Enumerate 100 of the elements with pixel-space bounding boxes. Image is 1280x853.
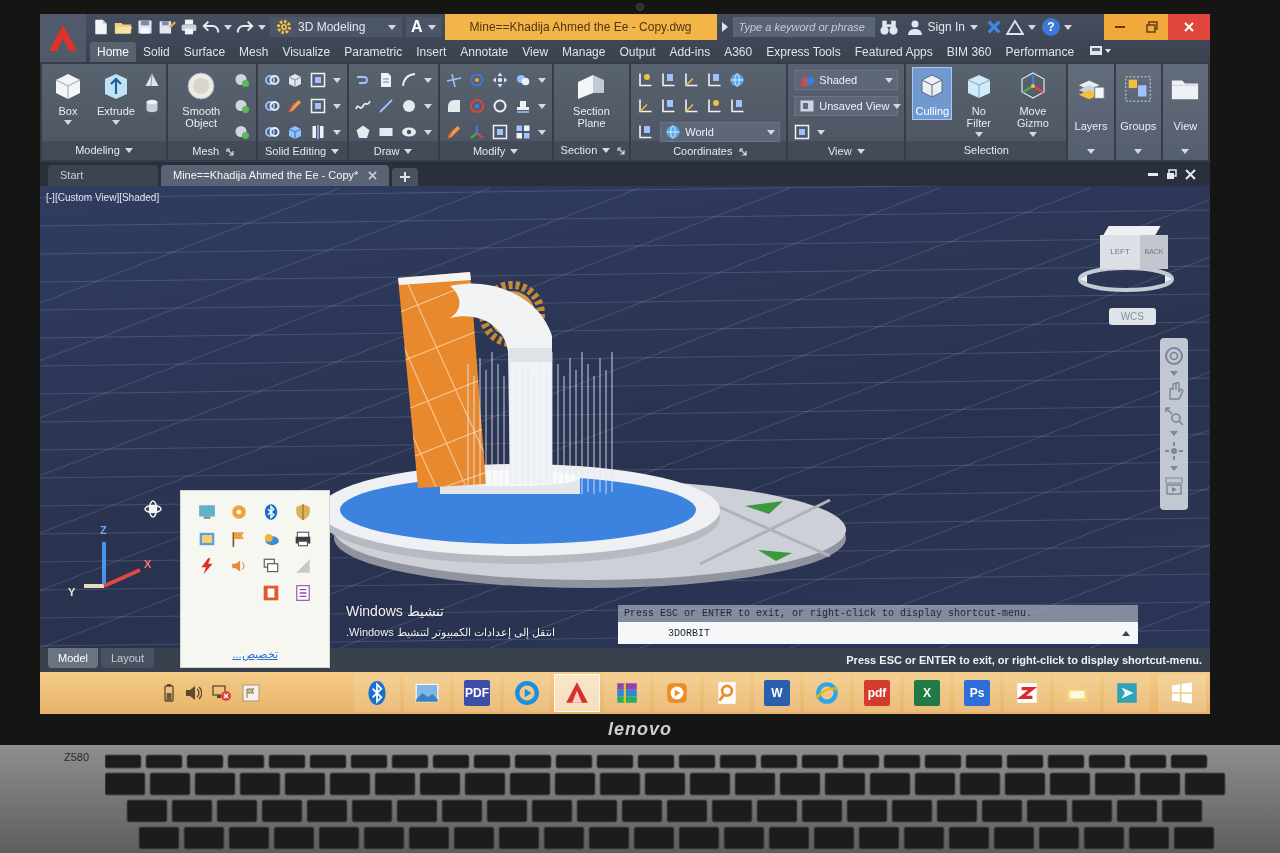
- caret-icon[interactable]: [258, 24, 266, 30]
- axes-icon[interactable]: [637, 98, 654, 114]
- ribbon-button[interactable]: No Filter: [957, 67, 1001, 140]
- speaker-icon[interactable]: [184, 685, 202, 701]
- letter-dropdown-button[interactable]: A: [406, 17, 441, 37]
- help-button[interactable]: ?: [1039, 17, 1074, 37]
- taskbar-button[interactable]: X: [904, 674, 950, 712]
- panel-title-button[interactable]: Selection: [960, 141, 1012, 160]
- printer-icon[interactable]: [180, 18, 198, 36]
- circle-icon[interactable]: [400, 98, 417, 114]
- sphere-icon[interactable]: [233, 72, 250, 88]
- ribbon-tab[interactable]: Manage: [555, 42, 613, 62]
- caret-icon[interactable]: [332, 77, 341, 83]
- command-input[interactable]: 3DORBIT: [618, 622, 1114, 644]
- ribbon-tab[interactable]: Parametric: [337, 42, 410, 62]
- ribbon-tab[interactable]: Add-ins: [662, 42, 718, 62]
- rings-icon[interactable]: [263, 72, 280, 88]
- layout-tab[interactable]: Layout: [100, 648, 154, 668]
- taskbar-button[interactable]: W: [754, 674, 800, 712]
- ribbon-tab[interactable]: Mesh: [232, 42, 276, 62]
- taskbar-button[interactable]: pdf: [854, 674, 900, 712]
- tripod-axes-icon[interactable]: [468, 124, 485, 140]
- triangle-outline-icon[interactable]: [1005, 19, 1024, 35]
- binoculars-icon[interactable]: [878, 18, 899, 36]
- caret-icon[interactable]: [423, 129, 432, 135]
- caret-icon[interactable]: [423, 77, 432, 83]
- command-history-button[interactable]: [1114, 622, 1138, 644]
- taskbar-button[interactable]: [554, 674, 600, 712]
- new-tab-button[interactable]: [392, 168, 419, 186]
- axes-with-dot-icon[interactable]: [637, 72, 654, 88]
- taskbar-button[interactable]: [1004, 674, 1050, 712]
- viewport-controls-label[interactable]: [-][Custom View][Shaded]: [46, 190, 160, 205]
- axes-with-dot-icon[interactable]: [706, 98, 723, 114]
- caret-icon[interactable]: [1027, 24, 1036, 30]
- ribbon-tab[interactable]: A360: [717, 42, 760, 62]
- battery-icon[interactable]: [164, 684, 174, 702]
- ribbon-tab[interactable]: Solid: [136, 42, 177, 62]
- crossed-lines-icon[interactable]: [445, 72, 462, 88]
- framed-square-icon[interactable]: [794, 124, 811, 140]
- ribbon-tab[interactable]: Performance: [998, 42, 1082, 62]
- ring-dot-icon[interactable]: [468, 72, 485, 88]
- caret-icon[interactable]: [332, 129, 341, 135]
- rounded-corner-icon[interactable]: [445, 98, 462, 114]
- start-button[interactable]: [1158, 674, 1206, 712]
- axes-with-square-icon[interactable]: [706, 72, 723, 88]
- ribbon-dropdown[interactable]: Unsaved View: [794, 96, 899, 116]
- ribbon-tab[interactable]: Output: [612, 42, 663, 62]
- axes-with-square-icon[interactable]: [637, 124, 654, 140]
- collapsed-panel-button[interactable]: View: [1162, 64, 1208, 160]
- arc-icon[interactable]: [400, 72, 417, 88]
- dialog-launcher-icon[interactable]: [226, 147, 235, 156]
- axes-icon[interactable]: [683, 98, 700, 114]
- ribbon-tab[interactable]: BIM 360: [939, 42, 999, 62]
- rings-icon[interactable]: [263, 98, 280, 114]
- ribbon-dropdown[interactable]: Shaded: [794, 70, 899, 90]
- search-field[interactable]: Type a keyword or phrase: [732, 17, 875, 37]
- panel-title-button[interactable]: View: [824, 142, 868, 161]
- taskbar-button[interactable]: [354, 674, 400, 712]
- save-icon[interactable]: [136, 18, 154, 36]
- panel-title-button[interactable]: Section: [557, 141, 614, 160]
- ribbon-tab[interactable]: View: [515, 42, 556, 62]
- sign-in-button[interactable]: Sign In: [902, 17, 982, 37]
- stamp-icon[interactable]: [514, 98, 531, 114]
- collapsed-panel-button[interactable]: Groups: [1115, 64, 1161, 160]
- axes-with-square-icon[interactable]: [729, 98, 746, 114]
- ribbon-tab[interactable]: Insert: [409, 42, 454, 62]
- taskbar-button[interactable]: [404, 674, 450, 712]
- file-tab[interactable]: Mine==Khadija Ahmed the Ee - Copy*: [161, 165, 390, 186]
- framed-square-icon[interactable]: [309, 72, 326, 88]
- move-arrows-icon[interactable]: [491, 72, 508, 88]
- ribbon-button[interactable]: Smooth Object: [173, 67, 229, 132]
- caret-icon[interactable]: [537, 103, 546, 109]
- taskbar-button[interactable]: [604, 674, 650, 712]
- taskbar-button[interactable]: Ps: [954, 674, 1000, 712]
- ring-icon[interactable]: [491, 98, 508, 114]
- crosshair-dot-icon[interactable]: [1164, 441, 1184, 461]
- restore-icon[interactable]: [1166, 168, 1177, 180]
- ribbon-button[interactable]: Section Plane: [559, 67, 624, 132]
- caret-icon[interactable]: [224, 24, 232, 30]
- caret-icon[interactable]: [817, 129, 826, 135]
- viewcube-top-face[interactable]: [1103, 226, 1161, 235]
- shield-icon[interactable]: [294, 503, 312, 521]
- collapsed-panel-button[interactable]: Layers: [1068, 64, 1114, 160]
- ribbon-button[interactable]: Move Gizmo: [1005, 67, 1061, 140]
- file-tab[interactable]: Start: [48, 165, 158, 186]
- sphere-icon[interactable]: [233, 98, 250, 114]
- pyramid-icon[interactable]: [143, 72, 160, 88]
- caret-icon[interactable]: [332, 103, 341, 109]
- dialog-launcher-icon[interactable]: [617, 146, 626, 155]
- squares-icon[interactable]: [514, 124, 531, 140]
- notebook-icon[interactable]: [294, 584, 312, 602]
- chevron-right-icon[interactable]: [720, 21, 729, 33]
- pencil-icon[interactable]: [445, 124, 462, 140]
- axes-with-square-icon[interactable]: [660, 72, 677, 88]
- framed-square-icon[interactable]: [309, 98, 326, 114]
- stacked-windows-icon[interactable]: [262, 557, 280, 575]
- rectangle-caret-icon[interactable]: [1089, 45, 1112, 57]
- caret-icon[interactable]: [537, 129, 546, 135]
- minimize-icon[interactable]: [1148, 172, 1158, 176]
- bluetooth-icon[interactable]: [262, 503, 280, 521]
